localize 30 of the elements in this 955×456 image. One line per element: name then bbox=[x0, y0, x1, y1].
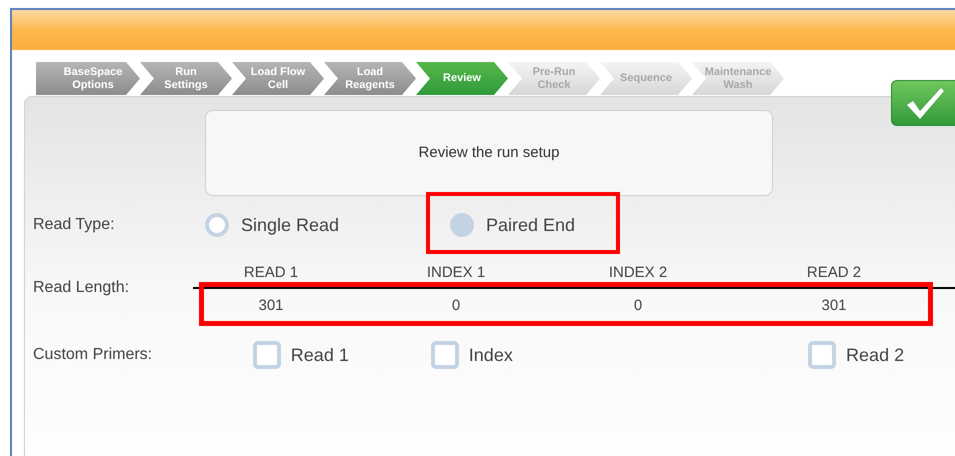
step-tab[interactable]: Pre-Run Check bbox=[508, 62, 600, 95]
field-label: Read Type: bbox=[32, 215, 116, 235]
field-label: Custom Primers: bbox=[32, 345, 154, 365]
checkmark-icon bbox=[904, 85, 946, 121]
checkbox[interactable] bbox=[252, 341, 281, 369]
checkbox-label: Read 2 bbox=[846, 344, 904, 366]
step-tab[interactable]: Sequence bbox=[600, 62, 692, 95]
column-header: READ 2 bbox=[806, 263, 862, 283]
confirm-button[interactable] bbox=[891, 80, 955, 126]
column-header: READ 1 bbox=[244, 263, 298, 283]
read-length-value: 301 bbox=[821, 296, 847, 316]
checkbox-label: Read 1 bbox=[290, 344, 349, 366]
radio-label: Paired End bbox=[486, 214, 576, 236]
column-header: INDEX 2 bbox=[608, 263, 668, 283]
step-tab[interactable]: Load Reagents bbox=[324, 62, 416, 95]
step-tab[interactable]: BaseSpace Options bbox=[36, 62, 140, 95]
checkbox-label: Index bbox=[468, 344, 513, 366]
step-tab[interactable]: Load Flow Cell bbox=[232, 62, 324, 95]
radio-label: Single Read bbox=[241, 214, 340, 237]
checkbox[interactable] bbox=[808, 341, 836, 369]
step-tab[interactable]: Review bbox=[416, 62, 508, 95]
column-header: INDEX 1 bbox=[426, 263, 486, 283]
field-label: Read Length: bbox=[32, 278, 130, 298]
read-length-value: 301 bbox=[258, 296, 284, 316]
read-length-value: 0 bbox=[452, 296, 460, 316]
checkbox[interactable] bbox=[430, 341, 459, 369]
step-tab[interactable]: Run Settings bbox=[140, 62, 232, 95]
step-tab[interactable]: Maintenance Wash bbox=[692, 62, 784, 95]
message-box: Review the run setup bbox=[205, 110, 773, 196]
read-length-value: 0 bbox=[634, 296, 642, 316]
